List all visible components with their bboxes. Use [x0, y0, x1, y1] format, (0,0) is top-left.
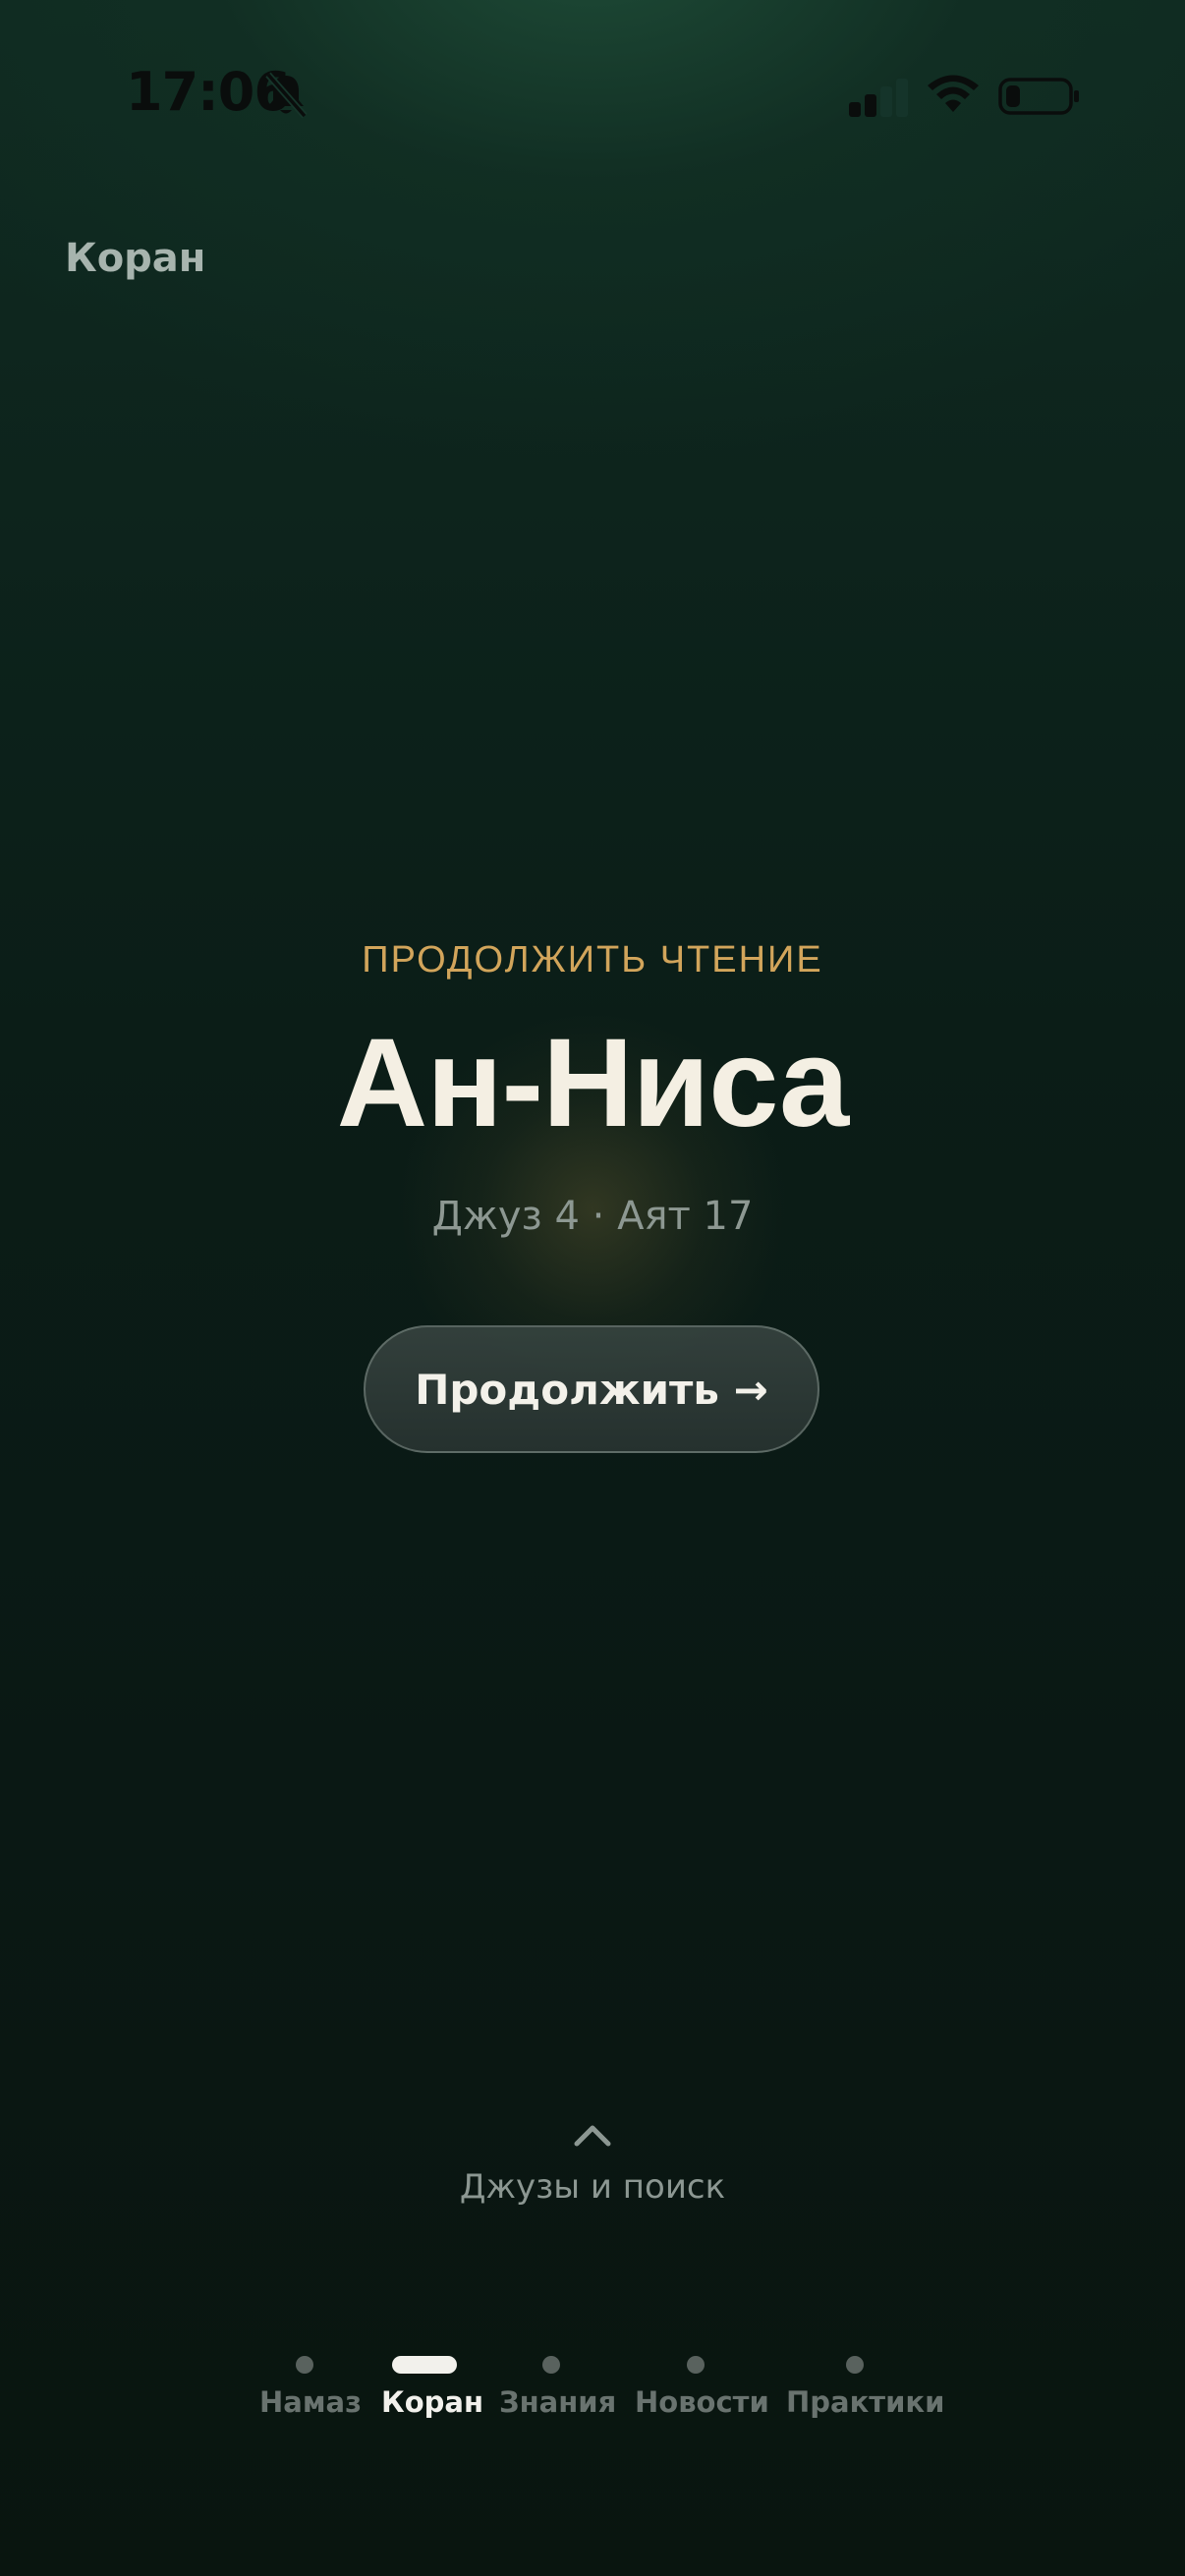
tab-knowledge[interactable]: Знания: [497, 2348, 616, 2427]
surah-name: Ан-Ниса: [336, 1013, 849, 1153]
cellular-signal-icon: [849, 79, 908, 117]
juz-search-button[interactable]: Джузы и поиск: [0, 2167, 1185, 2207]
tab-indicator-dot: [542, 2356, 560, 2374]
tab-indicator-dot: [846, 2356, 864, 2374]
continue-reading-section: ПРОДОЛЖИТЬ ЧТЕНИЕ Ан-Ниса Джуз 4 · Аят 1…: [0, 933, 1185, 1239]
battery-icon: [998, 78, 1079, 115]
bell-muted-icon: [265, 72, 308, 119]
continue-button-label: Продолжить →: [415, 1365, 768, 1414]
tab-label: Новости: [635, 2385, 769, 2419]
tab-indicator-dot: [296, 2356, 313, 2374]
surah-juz-ayah-info: Джуз 4 · Аят 17: [431, 1194, 754, 1239]
page-title: Коран: [65, 236, 206, 281]
tab-indicator-dot: [687, 2356, 705, 2374]
bottom-tab-bar: Намаз Коран Знания Новости Практики: [0, 2348, 1185, 2427]
continue-reading-label: ПРОДОЛЖИТЬ ЧТЕНИЕ: [362, 939, 823, 980]
continue-button[interactable]: Продолжить →: [364, 1325, 819, 1453]
tab-namaz[interactable]: Намаз: [257, 2348, 362, 2427]
chevron-up-icon[interactable]: [573, 2122, 612, 2148]
tab-label: Практики: [786, 2385, 945, 2419]
status-bar: 17:06: [0, 0, 1185, 196]
tab-news[interactable]: Новости: [633, 2348, 769, 2427]
tab-label: Коран: [381, 2385, 483, 2419]
tab-label: Знания: [499, 2385, 617, 2419]
tab-active-indicator: [392, 2356, 457, 2374]
tab-label: Намаз: [259, 2385, 362, 2419]
wifi-icon: [928, 75, 979, 112]
tab-quran[interactable]: Коран: [379, 2348, 483, 2427]
tab-practices[interactable]: Практики: [784, 2348, 944, 2427]
